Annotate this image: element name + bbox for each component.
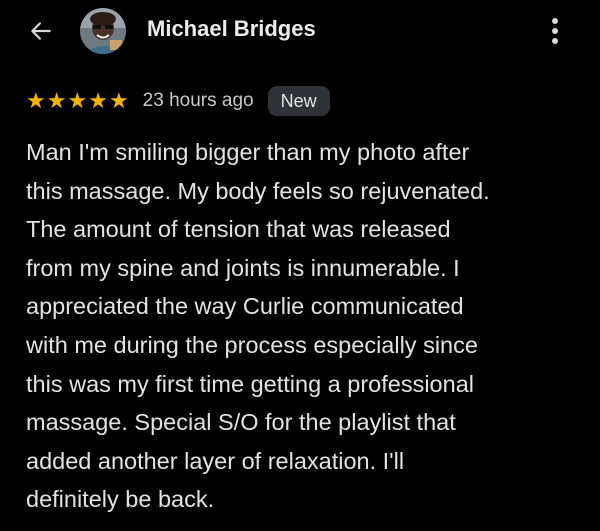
review-time: 23 hours ago — [142, 90, 254, 111]
review-meta: ★ ★ ★ ★ ★ 23 hours ago New — [26, 86, 330, 116]
user-avatar-icon — [80, 8, 126, 54]
star-rating: ★ ★ ★ ★ ★ — [26, 90, 129, 112]
review-text-line: with me during the process especially si… — [26, 331, 478, 358]
review-text-line: added another layer of relaxation. I'll — [26, 447, 405, 474]
review-text-line: this was my first time getting a profess… — [26, 370, 474, 397]
back-button[interactable] — [24, 14, 58, 48]
author-name[interactable]: Michael Bridges — [147, 15, 316, 43]
star-icon: ★ — [26, 88, 46, 113]
star-icon: ★ — [67, 88, 88, 113]
more-options-button[interactable] — [540, 12, 570, 50]
star-icon: ★ — [46, 88, 67, 113]
review-text-line: Man I'm smiling bigger than my photo aft… — [26, 139, 470, 165]
avatar[interactable] — [80, 8, 126, 54]
new-badge: New — [267, 86, 330, 116]
review-text-line: from my spine and joints is innumerable.… — [26, 254, 460, 281]
review-text-line: massage. Special S/O for the playlist th… — [26, 409, 456, 436]
star-icon: ★ — [88, 88, 108, 113]
more-vertical-icon — [552, 18, 558, 44]
review-text: Man I'm smiling bigger than my photo aft… — [26, 133, 586, 519]
review-text-line: appreciated the way Curlie communicated — [26, 293, 464, 320]
arrow-left-icon — [31, 22, 51, 40]
review-text-line: definitely be back. — [26, 486, 215, 513]
review-text-line: this massage. My body feels so rejuvenat… — [26, 177, 490, 204]
review-text-line: The amount of tension that was released — [26, 216, 451, 243]
review-header: Michael Bridges — [0, 0, 600, 60]
star-icon: ★ — [108, 88, 129, 113]
